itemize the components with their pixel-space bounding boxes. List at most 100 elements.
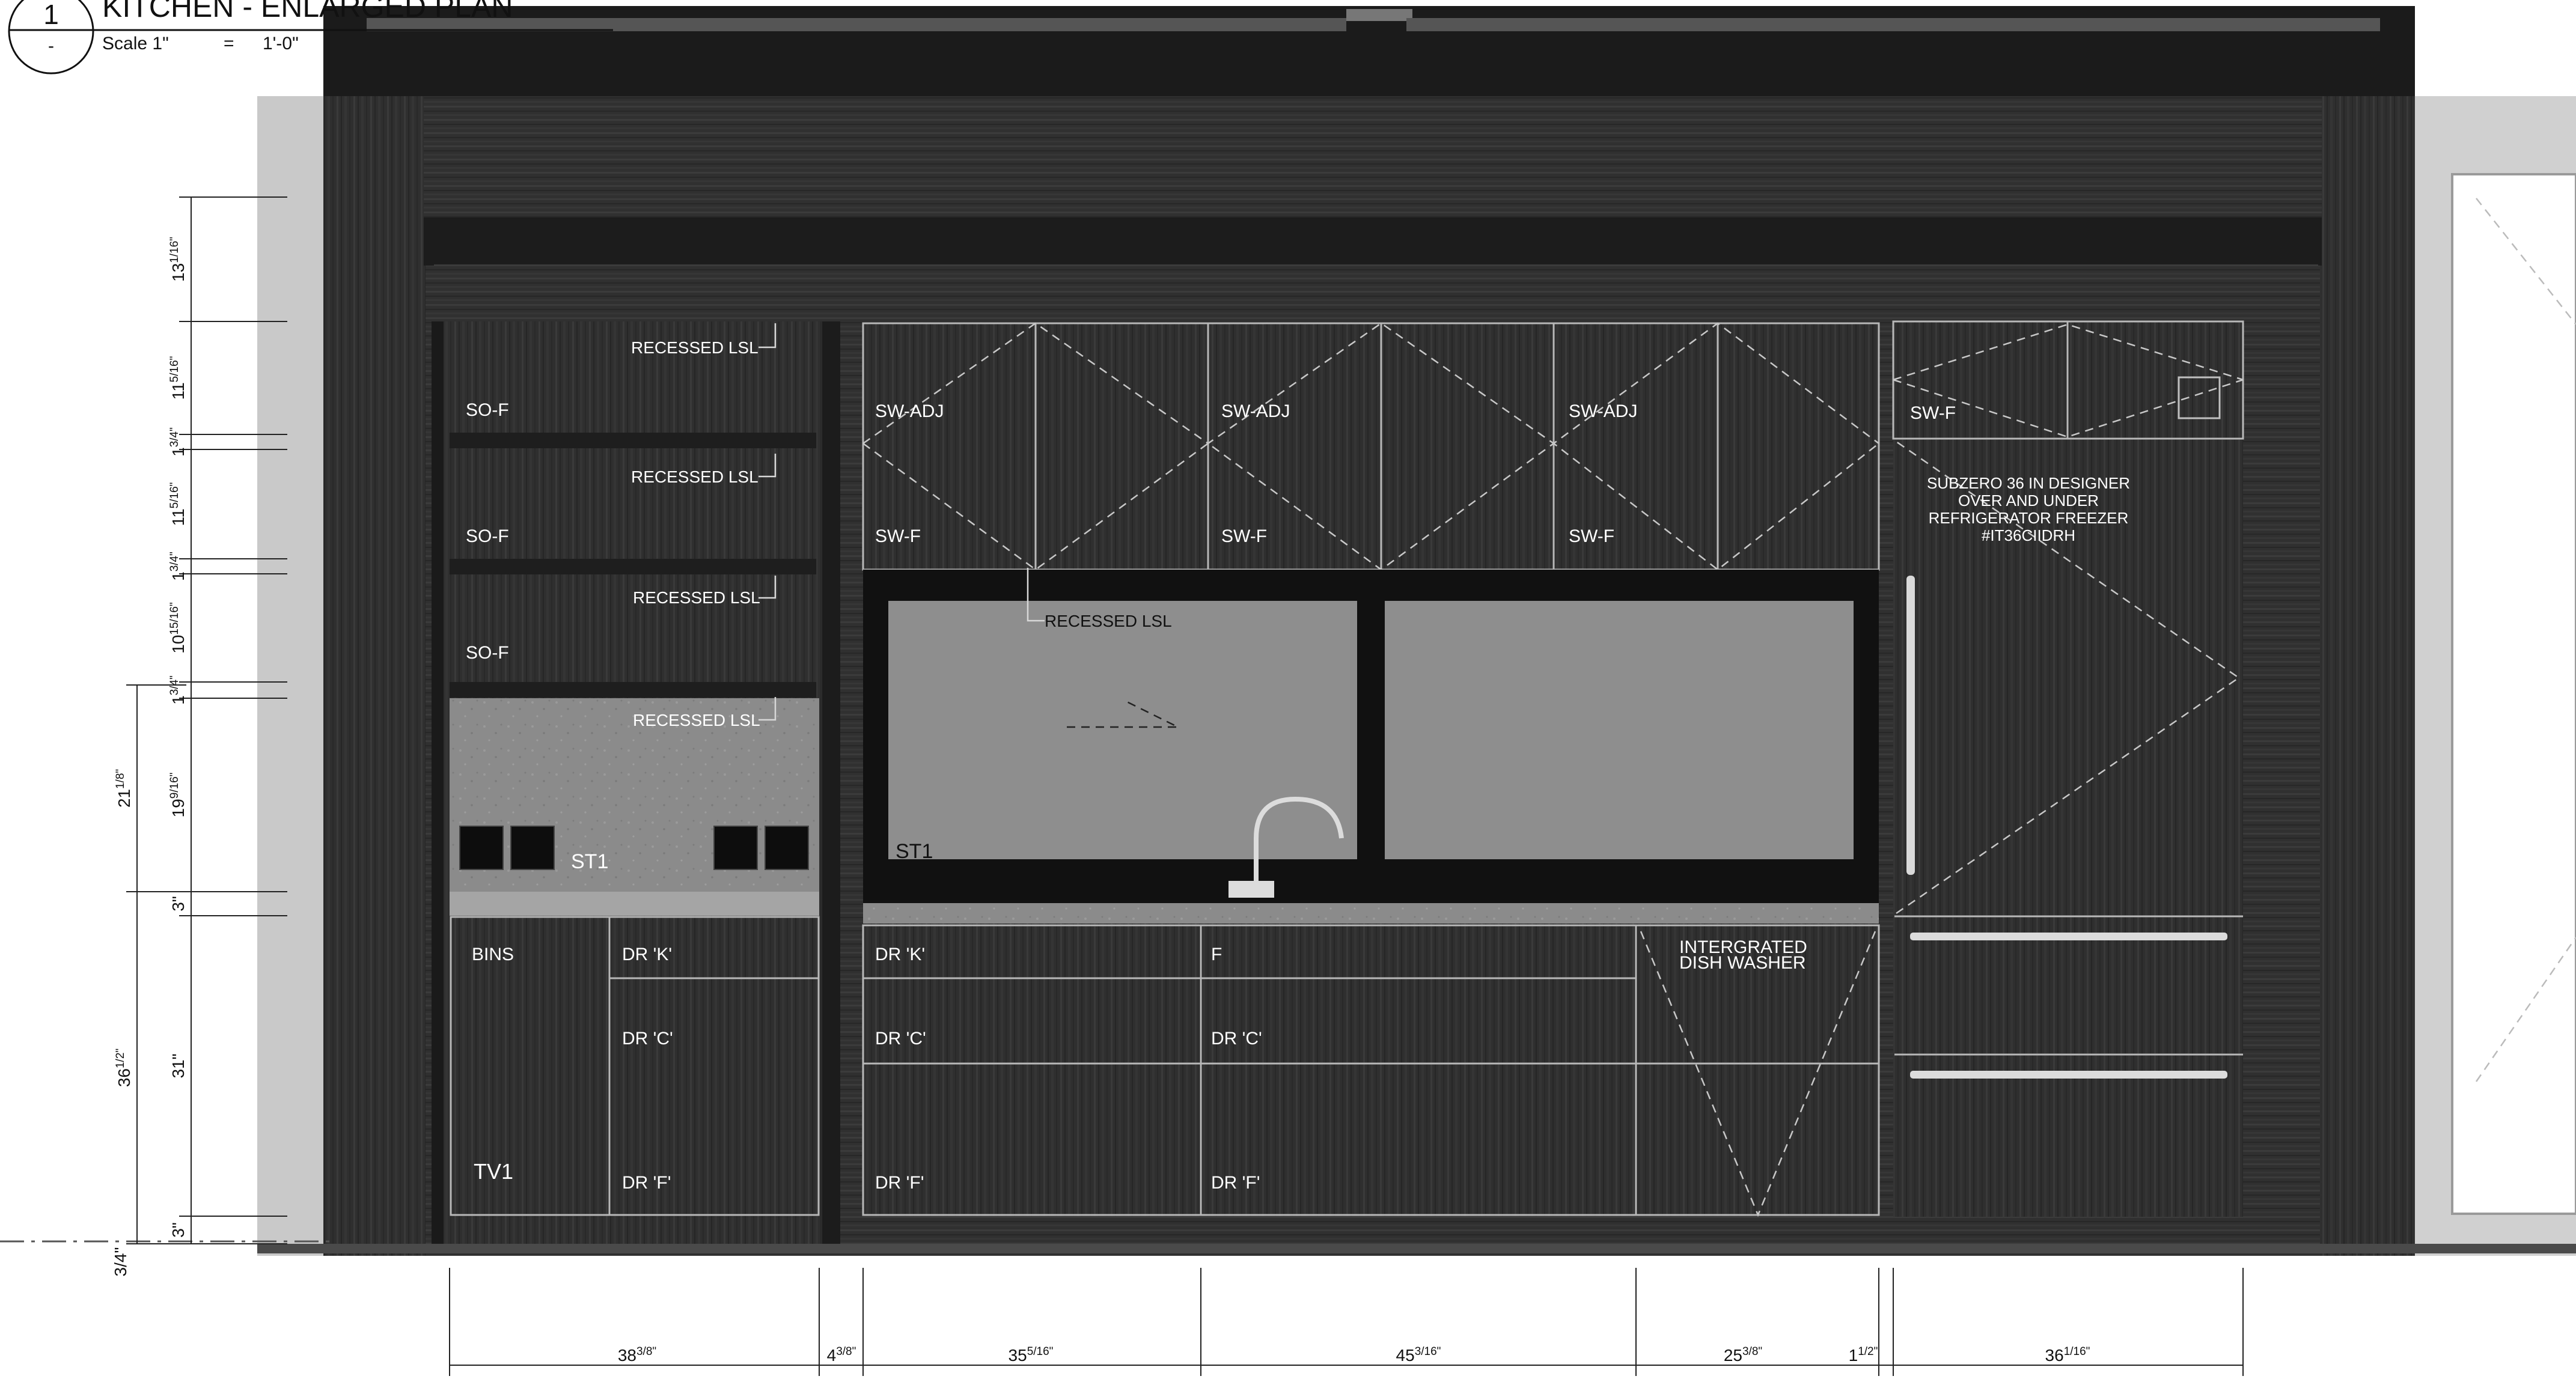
drawer-pull-1 bbox=[1910, 933, 2227, 940]
kitchen-elevation-svg: RECESSED LSL RECESSED LSL RECESSED LSL R… bbox=[0, 0, 2576, 1376]
right-door-opening bbox=[2451, 173, 2576, 1215]
overall-dim-label-fraction: 1/8" bbox=[114, 769, 127, 789]
left-dim-label-main: 13 bbox=[169, 263, 188, 282]
bottom-dim-label: 361/16" bbox=[2045, 1345, 2090, 1365]
dr-k-label: DR 'K' bbox=[875, 945, 925, 964]
left-dim-label: 115/16" bbox=[168, 482, 188, 526]
dr-k-label: DR 'K' bbox=[622, 945, 672, 964]
right-pilaster bbox=[2320, 96, 2415, 1256]
sw-adj-label: SW-ADJ bbox=[1221, 401, 1290, 421]
bottom-dim-label-main: 4 bbox=[827, 1346, 837, 1365]
left-dim-label-main: 11 bbox=[169, 382, 188, 400]
left-dim-label: 115/16" bbox=[168, 356, 188, 400]
bottom-dim-label: 43/8" bbox=[827, 1345, 856, 1365]
recessed-lsl-label: RECESSED LSL bbox=[631, 338, 758, 357]
left-dim-label: 13/4" bbox=[168, 675, 188, 705]
dr-c-label: DR 'C' bbox=[875, 1029, 926, 1049]
bottom-dim-label-fraction: 1/2" bbox=[1858, 1345, 1878, 1358]
drawer-pull-2 bbox=[1910, 1071, 2227, 1079]
left-unit-edge bbox=[432, 321, 444, 1244]
sw-f-label: SW-F bbox=[1910, 403, 1956, 423]
tv1-label: TV1 bbox=[474, 1159, 513, 1184]
scale-label: Scale 1" bbox=[102, 34, 169, 53]
sink-countertop bbox=[863, 903, 1879, 924]
left-dim-label: 199/16" bbox=[168, 773, 188, 818]
left-dim-label-main: 1 bbox=[169, 695, 188, 705]
left-dim-label: 13/4" bbox=[168, 552, 188, 581]
bulkhead bbox=[424, 96, 2322, 219]
elevation-drawing: RECESSED LSL RECESSED LSL RECESSED LSL R… bbox=[0, 0, 2576, 1385]
base-dim-label-main: 3/4" bbox=[111, 1247, 130, 1277]
bottom-dim-label-fraction: 3/8" bbox=[836, 1345, 856, 1358]
fridge-note-line: OVER AND UNDER bbox=[1958, 492, 2099, 510]
so-f-label: SO-F bbox=[466, 400, 509, 420]
sw-f-label: SW-F bbox=[1569, 526, 1614, 546]
upper-cabinets bbox=[863, 323, 1879, 570]
bins-label: BINS bbox=[472, 945, 514, 964]
left-dim-label: 31" bbox=[169, 1053, 188, 1078]
fridge-handle bbox=[1906, 576, 1915, 875]
shelf-1 bbox=[450, 433, 816, 448]
left-dim-label-fraction: 3/4" bbox=[168, 427, 181, 447]
bottom-dim-label: 383/8" bbox=[618, 1345, 656, 1365]
sw-f-label: SW-F bbox=[875, 526, 921, 546]
scale-equals: = bbox=[224, 34, 234, 53]
floor-line bbox=[257, 1244, 2576, 1253]
bottom-dim-label: 355/16" bbox=[1009, 1345, 1054, 1365]
st1-label: ST1 bbox=[896, 840, 933, 863]
bottom-dim-label: 11/2" bbox=[1849, 1345, 1878, 1365]
left-pilaster bbox=[323, 96, 426, 1256]
bottom-dim-label-main: 35 bbox=[1009, 1346, 1027, 1365]
left-dim-label-fraction: 5/16" bbox=[168, 482, 181, 509]
window-pane-left bbox=[888, 601, 1357, 859]
bottom-dim-label-fraction: 3/8" bbox=[1742, 1345, 1762, 1358]
overall-dim-label-fraction: 1/2" bbox=[114, 1049, 127, 1068]
bottom-dim-label-main: 36 bbox=[2045, 1346, 2064, 1365]
bottom-dim-label: 453/16" bbox=[1396, 1345, 1441, 1365]
so-f-label: SO-F bbox=[466, 643, 509, 663]
left-dim-label: 13/4" bbox=[168, 427, 188, 457]
left-dim-label-main: 19 bbox=[169, 799, 188, 817]
recessed-lsl-label: RECESSED LSL bbox=[633, 588, 760, 607]
shelf-2 bbox=[450, 559, 816, 574]
left-dim-label-main: 1 bbox=[169, 447, 188, 457]
recessed-lsl-label: RECESSED LSL bbox=[633, 711, 760, 729]
left-dim-label-fraction: 1/16" bbox=[168, 237, 181, 263]
bottom-dim-label: 253/8" bbox=[1724, 1345, 1762, 1365]
sw-adj-label: SW-ADJ bbox=[1569, 401, 1637, 421]
dr-f-label: DR 'F' bbox=[875, 1173, 924, 1193]
bottom-dim-label-main: 25 bbox=[1724, 1346, 1742, 1365]
window-pane-right bbox=[1385, 601, 1854, 859]
left-dim-label-main: 11 bbox=[169, 508, 188, 526]
left-dim-label-fraction: 5/16" bbox=[168, 356, 181, 383]
fridge-note-line: SUBZERO 36 IN DESIGNER bbox=[1927, 474, 2130, 492]
crown-fascia bbox=[434, 264, 2318, 321]
dr-c-label: DR 'C' bbox=[1211, 1029, 1262, 1049]
detail-number: 1 bbox=[43, 0, 59, 30]
dr-f-label: DR 'F' bbox=[1211, 1173, 1260, 1193]
drawing-title: KITCHEN - ENLARGED PLAN bbox=[102, 0, 513, 23]
fridge-column bbox=[1893, 321, 2243, 1217]
sheet-number: - bbox=[48, 36, 54, 56]
f-label: F bbox=[1211, 945, 1222, 964]
dr-c-label: DR 'C' bbox=[622, 1029, 673, 1049]
overall-dim-label: 361/2" bbox=[114, 1049, 133, 1087]
so-f-label: SO-F bbox=[466, 526, 509, 546]
left-dim-label-main: 1 bbox=[169, 571, 188, 581]
overall-dim-label-main: 21 bbox=[115, 789, 133, 808]
window-header bbox=[1346, 9, 1412, 21]
overall-dim-label: 211/8" bbox=[114, 769, 133, 808]
left-wall-panel bbox=[257, 96, 323, 1256]
fridge-note-line: #IT36CIIDRH bbox=[1982, 526, 2075, 544]
left-dim-label-main: 10 bbox=[169, 635, 188, 654]
bottom-dim-label-fraction: 3/8" bbox=[636, 1345, 656, 1358]
scale-value: 1'-0" bbox=[263, 34, 299, 53]
left-unit-divider bbox=[822, 321, 840, 1244]
left-dim-label: 3" bbox=[169, 1222, 188, 1238]
left-dim-label-main: 31" bbox=[169, 1053, 188, 1078]
recessed-lsl-label: RECESSED LSL bbox=[631, 467, 758, 486]
bottom-dim-label-fraction: 1/16" bbox=[2064, 1345, 2090, 1358]
bottom-dim-label-main: 38 bbox=[618, 1346, 636, 1365]
shelf-3 bbox=[450, 682, 816, 698]
fridge-note-line: REFRIGERATOR FREEZER bbox=[1929, 509, 2129, 527]
